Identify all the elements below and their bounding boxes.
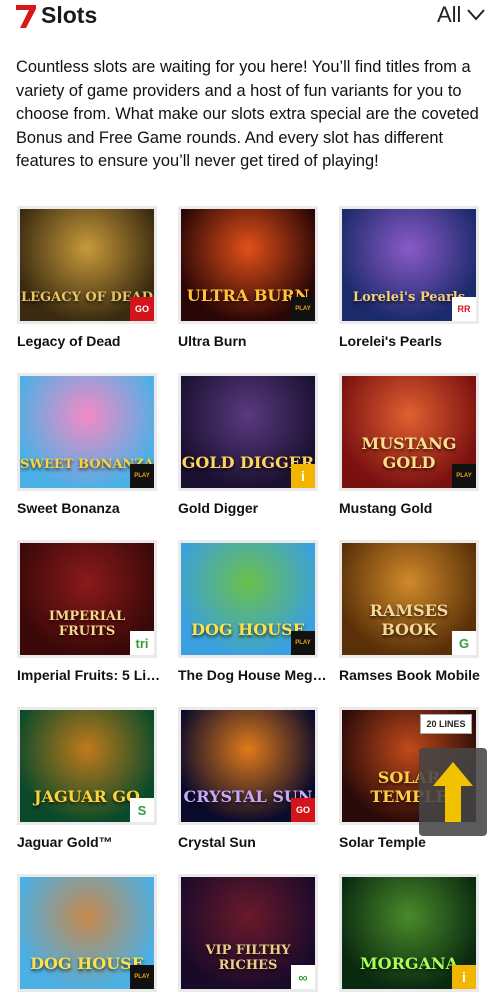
game-title[interactable]: Solar Temple (339, 834, 489, 850)
game-thumbnail[interactable]: DOG HOUSE PLAY (17, 874, 157, 992)
provider-badge: S (130, 798, 154, 822)
filter-label: All (437, 2, 462, 27)
game-tile[interactable]: IMPERIAL FRUITS tri Imperial Fruits: 5 Lin… (17, 540, 167, 683)
game-tile[interactable]: MORGANA i (339, 874, 479, 992)
provider-badge: i (452, 965, 476, 989)
game-tile[interactable]: RAMSES BOOK G Ramses Book Mobile (339, 540, 480, 683)
game-title[interactable]: The Dog House Mega... (178, 667, 328, 683)
game-tile[interactable]: ULTRA BURN PLAY Ultra Burn (178, 206, 318, 349)
provider-badge: PLAY (452, 464, 476, 488)
provider-badge: tri (130, 631, 154, 655)
filter-dropdown[interactable]: All (437, 2, 486, 28)
page-title: Slots (41, 2, 98, 28)
game-title[interactable]: Ramses Book Mobile (339, 667, 489, 683)
page-header: Slots All (0, 0, 500, 34)
provider-badge: PLAY (130, 464, 154, 488)
game-thumbnail[interactable]: LEGACY OF DEAD GO (17, 206, 157, 324)
game-thumbnail[interactable]: ULTRA BURN PLAY (178, 206, 318, 324)
scroll-to-top-button[interactable] (419, 748, 487, 836)
provider-badge: PLAY (291, 631, 315, 655)
provider-badge: ∞ (291, 965, 315, 989)
game-title[interactable]: Gold Digger (178, 500, 328, 516)
game-title[interactable]: Legacy of Dead (17, 333, 167, 349)
game-title[interactable]: Sweet Bonanza (17, 500, 167, 516)
game-thumbnail[interactable]: Lorelei's Pearls RR (339, 206, 479, 324)
provider-badge: 20 LINES (420, 714, 472, 734)
game-thumbnail[interactable]: GOLD DIGGER i (178, 373, 318, 491)
game-thumbnail[interactable]: IMPERIAL FRUITS tri (17, 540, 157, 658)
provider-badge: GO (130, 297, 154, 321)
game-title[interactable]: Lorelei's Pearls (339, 333, 489, 349)
game-thumbnail[interactable]: MUSTANG GOLD PLAY (339, 373, 479, 491)
game-tile[interactable]: DOG HOUSE PLAY (17, 874, 157, 992)
provider-badge: RR (452, 297, 476, 321)
provider-badge: PLAY (130, 965, 154, 989)
game-thumbnail[interactable]: VIP FILTHY RICHES ∞ (178, 874, 318, 992)
game-tile[interactable]: SWEET BONANZA PLAY Sweet Bonanza (17, 373, 157, 516)
chevron-down-icon (467, 9, 486, 21)
game-tile[interactable]: VIP FILTHY RICHES ∞ (178, 874, 318, 992)
seven-icon (16, 5, 36, 28)
game-tile[interactable]: DOG HOUSE PLAY The Dog House Mega... (178, 540, 328, 683)
game-thumbnail[interactable]: CRYSTAL SUN GO (178, 707, 318, 825)
game-title[interactable]: Ultra Burn (178, 333, 328, 349)
game-thumbnail[interactable]: MORGANA i (339, 874, 479, 992)
game-title[interactable]: Jaguar Gold™ (17, 834, 167, 850)
game-title[interactable]: Imperial Fruits: 5 Lines (17, 667, 167, 683)
game-tile[interactable]: Lorelei's Pearls RR Lorelei's Pearls (339, 206, 479, 349)
game-tile[interactable]: LEGACY OF DEAD GO Legacy of Dead (17, 206, 157, 349)
provider-badge: GO (291, 798, 315, 822)
game-title[interactable]: Crystal Sun (178, 834, 328, 850)
provider-badge: G (452, 631, 476, 655)
game-thumbnail[interactable]: SWEET BONANZA PLAY (17, 373, 157, 491)
game-tile[interactable]: MUSTANG GOLD PLAY Mustang Gold (339, 373, 479, 516)
game-title[interactable]: Mustang Gold (339, 500, 489, 516)
game-thumbnail[interactable]: RAMSES BOOK G (339, 540, 479, 658)
game-tile[interactable]: GOLD DIGGER i Gold Digger (178, 373, 318, 516)
intro-text: Countless slots are waiting for you here… (16, 58, 479, 170)
arrow-up-icon (433, 762, 473, 822)
game-tile[interactable]: JAGUAR GO S Jaguar Gold™ (17, 707, 157, 850)
provider-badge: i (291, 464, 315, 488)
provider-badge: PLAY (291, 297, 315, 321)
game-tile[interactable]: CRYSTAL SUN GO Crystal Sun (178, 707, 318, 850)
game-thumbnail[interactable]: DOG HOUSE PLAY (178, 540, 318, 658)
game-thumbnail[interactable]: JAGUAR GO S (17, 707, 157, 825)
